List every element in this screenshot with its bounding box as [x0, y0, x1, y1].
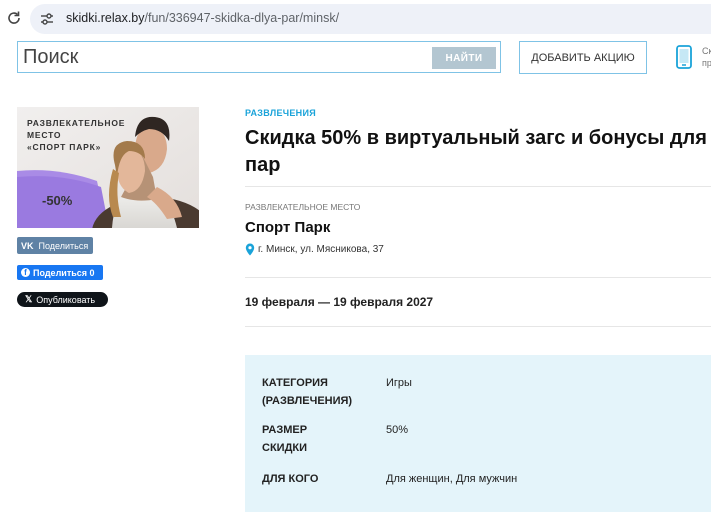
url-text: skidki.relax.by/fun/336947-skidka-dlya-p…: [66, 11, 339, 25]
detail-key: ДЛЯ КОГО: [262, 473, 319, 485]
x-post-button[interactable]: 𝕏 Опубликовать: [17, 292, 108, 307]
app-promo-line-1: Ск: [702, 46, 711, 56]
divider: [245, 277, 711, 278]
vk-share-button[interactable]: VK Поделиться: [17, 237, 93, 254]
detail-value: 50%: [386, 424, 409, 436]
promo-discount: -50%: [42, 193, 73, 208]
location-pin-icon: [245, 243, 255, 256]
place-type-label: РАЗВЛЕКАТЕЛЬНОЕ МЕСТО: [245, 202, 361, 212]
site-settings-icon[interactable]: [39, 11, 55, 27]
search-box: НАЙТИ: [17, 41, 501, 73]
divider: [245, 326, 711, 327]
reload-icon[interactable]: [6, 10, 22, 26]
place-name-link[interactable]: Спорт Парк: [245, 219, 330, 236]
promo-caption-line-3: «СПОРТ ПАРК»: [27, 142, 102, 152]
promo-caption-line-2: МЕСТО: [27, 130, 62, 140]
facebook-share-button[interactable]: f Поделиться 0: [17, 265, 103, 280]
app-promo-text[interactable]: Ск пр: [702, 45, 711, 69]
x-post-label: Опубликовать: [36, 294, 96, 305]
promo-image: РАЗВЛЕКАТЕЛЬНОЕ МЕСТО «СПОРТ ПАРК» -50%: [17, 107, 199, 228]
search-button[interactable]: НАЙТИ: [432, 47, 496, 69]
facebook-share-label: Поделиться 0: [33, 267, 95, 278]
search-input[interactable]: [23, 44, 423, 70]
url-host: skidki.relax.by: [66, 11, 145, 25]
promo-caption-line-1: РАЗВЛЕКАТЕЛЬНОЕ: [27, 118, 126, 128]
smartphone-icon[interactable]: [675, 45, 693, 69]
x-logo-icon: 𝕏: [25, 294, 33, 304]
app-promo-line-2: пр: [702, 58, 711, 68]
facebook-logo-icon: f: [21, 268, 30, 277]
offer-dates: 19 февраля — 19 февраля 2027: [245, 295, 434, 309]
offer-title: Скидка 50% в виртуальный загс и бонусы д…: [245, 127, 707, 176]
category-link[interactable]: РАЗВЛЕЧЕНИЯ: [245, 108, 316, 118]
place-address[interactable]: г. Минск, ул. Мясникова, 37: [258, 244, 384, 255]
detail-key: РАЗМЕР СКИДКИ: [262, 424, 308, 454]
detail-value: Для женщин, Для мужчин: [386, 473, 518, 485]
add-promo-button[interactable]: ДОБАВИТЬ АКЦИЮ: [519, 41, 647, 74]
offer-details-panel: КАТЕГОРИЯ (РАЗВЛЕЧЕНИЯ) Игры РАЗМЕР СКИД…: [245, 355, 711, 512]
browser-toolbar: skidki.relax.by/fun/336947-skidka-dlya-p…: [0, 0, 711, 38]
url-path: /fun/336947-skidka-dlya-par/minsk/: [144, 11, 340, 25]
promo-caption: РАЗВЛЕКАТЕЛЬНОЕ МЕСТО «СПОРТ ПАРК»: [27, 117, 125, 153]
vk-logo-icon: VK: [21, 240, 34, 251]
detail-value: Игры: [386, 377, 412, 389]
address-bar[interactable]: skidki.relax.by/fun/336947-skidka-dlya-p…: [30, 4, 711, 34]
divider: [245, 186, 711, 187]
vk-share-label: Поделиться: [38, 240, 89, 251]
detail-key: КАТЕГОРИЯ (РАЗВЛЕЧЕНИЯ): [262, 377, 353, 407]
